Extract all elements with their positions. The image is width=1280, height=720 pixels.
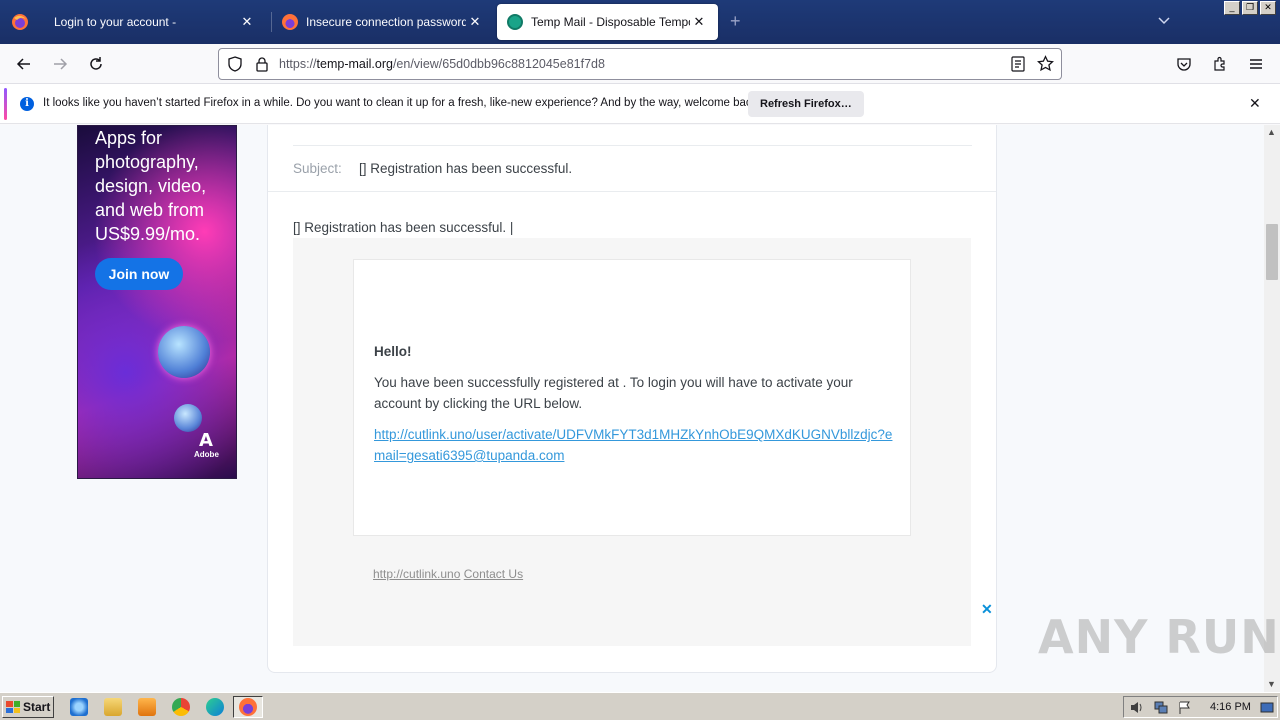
divider [293, 145, 972, 146]
show-desktop-icon[interactable] [1260, 701, 1274, 714]
media-player-icon[interactable] [138, 698, 156, 716]
activation-link[interactable]: http://cutlink.uno/user/activate/UDFVMkF… [374, 424, 894, 466]
network-icon[interactable] [1154, 701, 1168, 714]
planet-graphic [174, 404, 202, 432]
minimize-icon[interactable]: _ [1224, 1, 1240, 15]
join-now-button[interactable]: Join now [95, 258, 183, 290]
hamburger-menu-icon[interactable] [1244, 52, 1268, 76]
divider [268, 191, 996, 192]
internet-explorer-icon[interactable] [70, 698, 88, 716]
email-view-card: Subject: [] Registration has been succes… [267, 125, 997, 673]
tab-close-icon[interactable]: ✕ [466, 14, 484, 30]
ad-text: Apps for photography, design, video, and… [95, 128, 207, 244]
restore-icon[interactable]: ❐ [1242, 1, 1258, 15]
start-button[interactable]: Start [2, 696, 54, 718]
edge-icon[interactable] [206, 698, 224, 716]
list-all-tabs-icon[interactable] [1158, 14, 1170, 28]
tab-close-icon[interactable]: ✕ [690, 14, 708, 30]
adobe-ad-banner[interactable]: Apps for photography, design, video, and… [77, 125, 237, 479]
close-window-icon[interactable]: ✕ [1260, 1, 1276, 15]
reader-view-icon[interactable] [1011, 56, 1025, 75]
scroll-up-icon[interactable]: ▲ [1267, 127, 1276, 137]
file-explorer-icon[interactable] [104, 698, 122, 716]
greeting: Hello! [374, 344, 412, 359]
taskbar: Start 4:16 PM [0, 692, 1280, 720]
anyrun-watermark: ANY RUN [1038, 610, 1280, 664]
url-host: temp-mail.org [316, 57, 393, 71]
back-icon[interactable] [12, 52, 36, 76]
tab-title: Insecure connection password warn [306, 15, 466, 29]
firefox-icon[interactable] [239, 698, 257, 716]
adobe-logo-glyph: A [199, 430, 213, 451]
ad-close-icon[interactable]: ✕ [981, 601, 993, 618]
action-center-flag-icon[interactable] [1178, 701, 1192, 714]
tracking-protection-shield-icon[interactable] [227, 56, 243, 75]
email-message-box: Hello! You have been successfully regist… [353, 259, 911, 536]
notification-bar: i It looks like you haven’t started Fire… [0, 84, 1280, 124]
footer-site-link[interactable]: http://cutlink.uno [373, 567, 460, 581]
adobe-logo-text: Adobe [194, 450, 219, 459]
planet-graphic [158, 326, 210, 378]
email-body: Hello! You have been successfully regist… [293, 238, 971, 646]
tab-insecure-warning[interactable]: Insecure connection password warn ✕ [272, 4, 494, 40]
url-text[interactable]: https://temp-mail.org/en/view/65d0dbb96c… [279, 57, 605, 71]
reload-icon[interactable] [84, 52, 108, 76]
scrollbar-thumb[interactable] [1266, 224, 1278, 280]
firefox-favicon-icon [282, 14, 298, 30]
tab-temp-mail[interactable]: Temp Mail - Disposable Temporary E ✕ [497, 4, 718, 40]
tab-strip: Login to your account - ✕ Insecure conne… [0, 0, 1280, 44]
url-path: /en/view/65d0dbb96c8812045e81f7d8 [392, 57, 605, 71]
bookmark-star-icon[interactable] [1037, 55, 1054, 75]
tab-close-icon[interactable]: ✕ [238, 14, 256, 30]
lock-icon[interactable] [255, 56, 269, 75]
pocket-icon[interactable] [1172, 52, 1196, 76]
scroll-down-icon[interactable]: ▼ [1267, 679, 1276, 689]
email-body-heading: [] Registration has been successful. | [293, 220, 514, 235]
clock[interactable]: 4:16 PM [1210, 701, 1251, 713]
windows-logo-icon [6, 701, 20, 713]
info-icon: i [20, 97, 34, 111]
system-tray: 4:16 PM [1123, 696, 1278, 718]
extensions-icon[interactable] [1208, 52, 1232, 76]
tab-title: Temp Mail - Disposable Temporary E [531, 15, 690, 29]
volume-icon[interactable] [1130, 701, 1144, 714]
close-notification-icon[interactable]: ✕ [1249, 95, 1261, 112]
vertical-scrollbar[interactable]: ▲ ▼ [1264, 125, 1280, 692]
email-footer: http://cutlink.uno Contact Us [373, 567, 523, 581]
forward-icon[interactable] [48, 52, 72, 76]
email-paragraph: You have been successfully registered at… [374, 375, 853, 411]
url-bar[interactable]: https://temp-mail.org/en/view/65d0dbb96c… [218, 48, 1062, 80]
temp-mail-favicon-icon [507, 14, 523, 30]
window-controls: _ ❐ ✕ [1224, 1, 1276, 15]
subject-value: [] Registration has been successful. [359, 161, 573, 176]
url-scheme: https:// [279, 57, 317, 71]
navigation-toolbar: https://temp-mail.org/en/view/65d0dbb96c… [0, 44, 1280, 84]
new-tab-icon[interactable]: + [730, 12, 741, 30]
notification-accent [4, 88, 7, 120]
chrome-icon[interactable] [172, 698, 190, 716]
refresh-firefox-button[interactable]: Refresh Firefox… [748, 91, 864, 117]
subject-label: Subject: [293, 161, 342, 176]
tab-login[interactable]: Login to your account - ✕ [44, 4, 266, 40]
notification-message: It looks like you haven’t started Firefo… [43, 97, 761, 109]
start-label: Start [23, 700, 51, 714]
adobe-logo: A Adobe [194, 430, 219, 460]
footer-contact-link[interactable]: Contact Us [464, 567, 523, 581]
page-content: Apps for photography, design, video, and… [0, 125, 1264, 692]
firefox-menu-icon[interactable] [8, 10, 32, 34]
tab-title: Login to your account - [54, 15, 177, 29]
